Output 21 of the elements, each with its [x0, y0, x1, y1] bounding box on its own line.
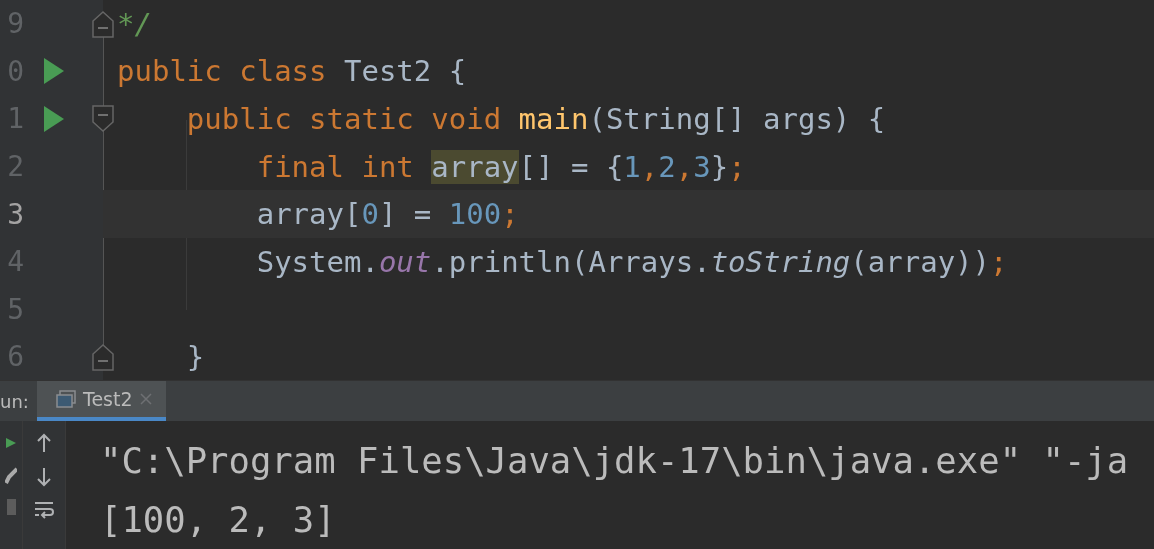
code-line: */: [117, 6, 152, 41]
fold-icon[interactable]: [92, 9, 114, 38]
console-output-line: "C:\Program Files\Java\jdk-17\bin\java.exe" "-ja: [100, 439, 1129, 483]
code-line: public class Test2 {: [117, 54, 467, 89]
console-output-line: [100, 2, 3]: [100, 498, 337, 542]
play-icon[interactable]: [44, 106, 64, 132]
code-line: System.out.println(Arrays.toString(array));: [255, 244, 1008, 279]
play-icon[interactable]: [44, 58, 64, 85]
fold-icon[interactable]: [92, 105, 114, 133]
run-label: un:: [0, 389, 30, 414]
arrow-down-icon[interactable]: [36, 467, 52, 487]
soft-wrap-icon[interactable]: [34, 501, 54, 519]
line-number: 3: [6, 197, 24, 231]
console-icon: [56, 390, 76, 409]
console-tab[interactable]: Test2: [37, 381, 166, 421]
code-line: }: [185, 339, 205, 374]
fold-icon[interactable]: [92, 342, 114, 371]
arrow-up-icon[interactable]: [36, 433, 52, 453]
code-line: public static void main(String[] args) {: [185, 102, 886, 136]
code-line: final int array[] = {1,2,3};: [255, 149, 746, 184]
code-line: array[0] = 100;: [255, 197, 519, 232]
